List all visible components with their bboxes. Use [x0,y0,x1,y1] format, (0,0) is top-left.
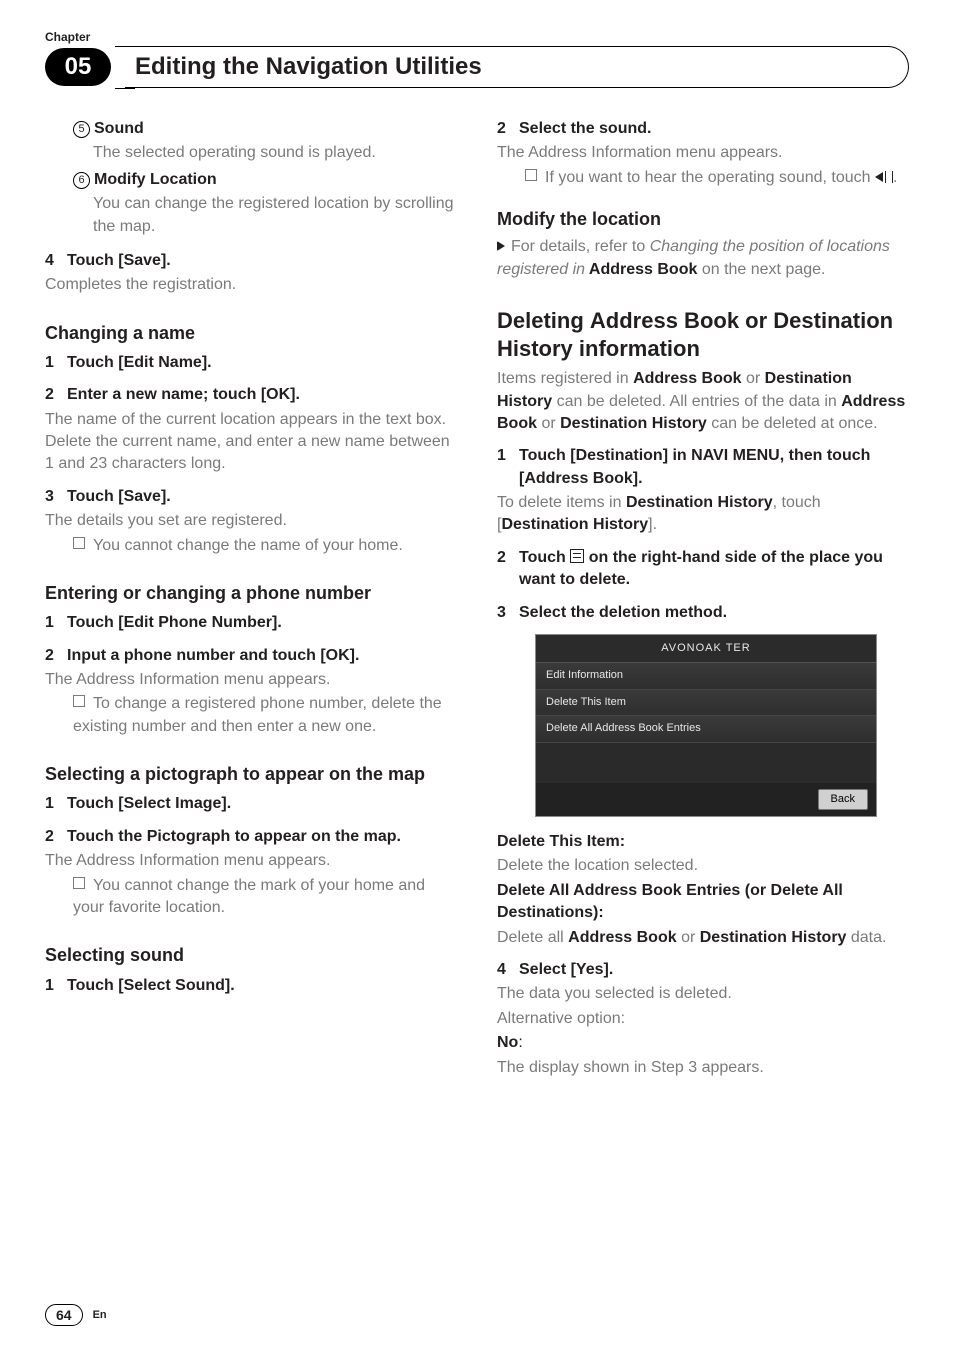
dab-e: data. [846,929,886,946]
sc-row-delete-all[interactable]: Delete All Address Book Entries [536,716,876,742]
dab-c: or [677,929,700,946]
chapter-title-frame: Editing the Navigation Utilities [125,46,909,88]
sc-row-delete-item[interactable]: Delete This Item [536,690,876,716]
delete-this-item-h: Delete This Item: [497,831,909,853]
step4-body: Completes the registration. [45,274,457,296]
heading-modify-location: Modify the location [497,207,909,232]
pi-step2-body: The Address Information menu appears. [45,850,457,872]
d1be: ]. [648,516,657,533]
hd-e: information [573,336,700,361]
heading-changing-name: Changing a name [45,321,457,346]
hd-b: Address Book [590,308,739,333]
hd-a: Deleting [497,308,590,333]
dp1e: can be deleted. All entries of the data … [552,393,841,410]
r-step2: Select the sound. [519,118,651,140]
ph-step2: Input a phone number and touch [OK]. [67,645,359,667]
pi-step2: Touch the Pictograph to appear on the ma… [67,826,401,848]
note-bullet-icon [525,169,537,181]
right-column: 2Select the sound. The Address Informati… [497,118,909,1081]
arrow-right-icon [497,241,505,251]
sc-title: AVONOAK TER [536,635,876,663]
d-step4: Select [Yes]. [519,959,613,981]
no-h: No [497,1034,518,1051]
heading-phone: Entering or changing a phone number [45,581,457,606]
ph-step2-body: The Address Information menu appears. [45,669,457,691]
cn-step2-body: The name of the current location appears… [45,409,457,476]
cn-step1: Touch [Edit Name]. [67,352,212,374]
page-footer: 64 En [45,1304,107,1326]
cn-step2: Enter a new name; touch [OK]. [67,384,300,406]
d1bb: Destination History [626,494,773,511]
dp1h: Destination History [560,415,707,432]
cn-step3: Touch [Save]. [67,486,171,508]
deletion-menu-screenshot: AVONOAK TER Edit Information Delete This… [535,634,877,817]
d-step1: Touch [Destination] in NAVI MENU, then t… [519,445,909,490]
note-bullet-icon [73,877,85,889]
cn-step3-body: The details you set are registered. [45,510,457,532]
d1bd: Destination History [501,516,648,533]
dab-b: Address Book [568,929,676,946]
hd-c: or [739,308,773,333]
modloc-a: For details, refer to [511,238,650,255]
r-step2-body: The Address Information menu appears. [497,142,909,164]
dp1g: or [537,415,560,432]
ph-step1: Touch [Edit Phone Number]. [67,612,282,634]
circled-5-icon: 5 [73,121,90,138]
chapter-title: Editing the Navigation Utilities [135,53,482,81]
d-step4-b2: Alternative option: [497,1008,909,1030]
sound-icon [875,171,893,183]
pi-step2-note: You cannot change the mark of your home … [73,877,425,916]
dab-d: Destination History [700,929,847,946]
dp1c: or [742,370,765,387]
item-modify-location-body: You can change the registered location b… [73,193,457,238]
heading-deleting: Deleting Address Book or Destination His… [497,307,909,362]
modloc-bold: Address Book [585,261,697,278]
note-bullet-icon [73,537,85,549]
r-step2-note-a: If you want to hear the operating sound,… [545,169,875,186]
sc-row-edit[interactable]: Edit Information [536,663,876,689]
note-bullet-icon [73,695,85,707]
circled-6-icon: 6 [73,172,90,189]
cn-step3-note: You cannot change the name of your home. [93,537,403,554]
item-sound-body: The selected operating sound is played. [73,142,457,164]
modloc-c: on the next page. [697,261,825,278]
delete-this-item-b: Delete the location selected. [497,855,909,877]
chapter-number: 05 [45,48,111,86]
step4-title: Touch [Save]. [67,250,171,272]
heading-pictograph: Selecting a pictograph to appear on the … [45,762,457,787]
pi-step1: Touch [Select Image]. [67,793,231,815]
d-step4-b1: The data you selected is deleted. [497,983,909,1005]
dp1b: Address Book [633,370,741,387]
d-step2a: Touch [519,549,570,566]
item-sound-label: Sound [94,120,144,137]
d1ba: To delete items in [497,494,626,511]
sc-back-button[interactable]: Back [818,789,868,810]
chapter-kicker: Chapter [45,30,909,44]
no-b: The display shown in Step 3 appears. [497,1057,909,1079]
dab-a: Delete all [497,929,568,946]
page-number: 64 [45,1304,83,1326]
item-modify-location-label: Modify Location [94,171,217,188]
d-step3: Select the deletion method. [519,602,727,624]
page-lang: En [93,1309,107,1321]
left-column: 5Sound The selected operating sound is p… [45,118,457,1081]
so-step1: Touch [Select Sound]. [67,975,235,997]
heading-selecting-sound: Selecting sound [45,943,457,968]
r-step2-note-b: . [893,169,897,186]
list-icon [570,549,584,563]
delete-all-h: Delete All Address Book Entries (or Dele… [497,880,909,925]
ph-step2-note: To change a registered phone number, del… [73,695,442,734]
dp1a: Items registered in [497,370,633,387]
dp1i: can be deleted at once. [707,415,878,432]
chapter-header: 05 Editing the Navigation Utilities [45,46,909,88]
